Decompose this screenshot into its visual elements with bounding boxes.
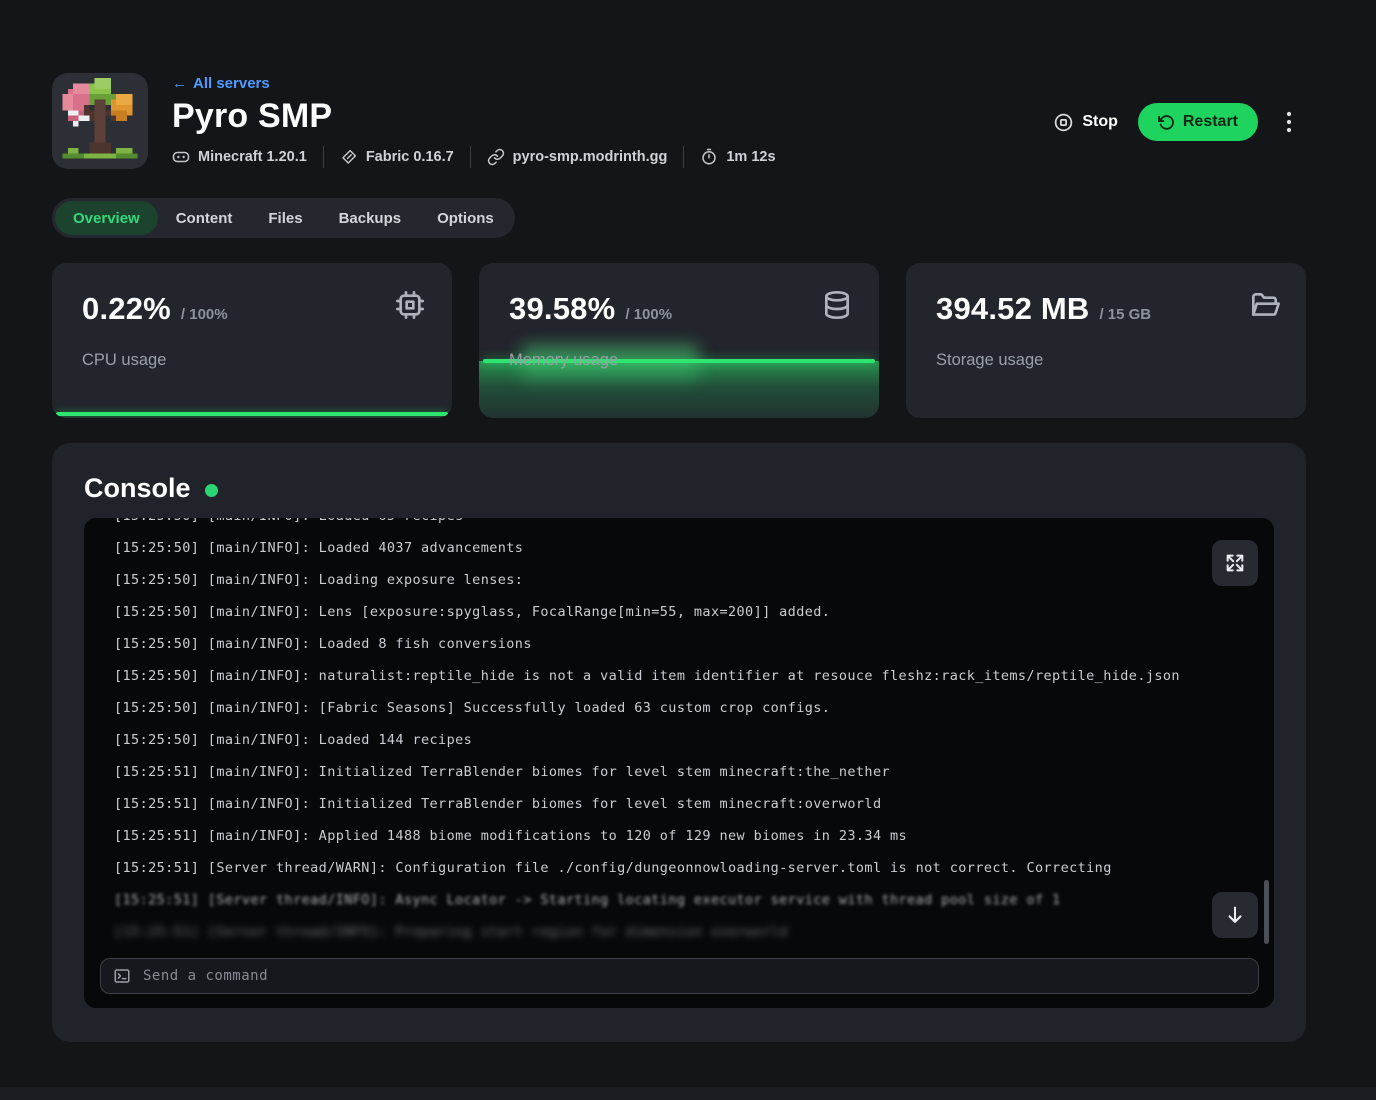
cpu-usage-card: 0.22% / 100% CPU usage	[52, 263, 452, 418]
console-line: [15:25:51] [main/INFO]: Applied 1488 bio…	[114, 820, 1210, 852]
cpu-usage-graph	[56, 412, 448, 416]
back-arrow-icon: ←	[172, 75, 187, 92]
restart-button[interactable]: Restart	[1138, 103, 1258, 141]
command-input-wrap	[100, 958, 1259, 994]
gamepad-icon	[172, 148, 190, 166]
console-line: [15:25:50] [main/INFO]: [Fabric Seasons]…	[114, 692, 1210, 724]
tree-logo-icon	[57, 78, 143, 164]
meta-loader-version: Fabric 0.16.7	[340, 148, 454, 166]
console-card: Console [15:25:50] [main/INFO]: Loaded 6…	[52, 443, 1306, 1042]
kebab-icon	[1280, 111, 1298, 133]
storage-usage-label: Storage usage	[936, 351, 1043, 370]
meta-server-address-label: pyro-smp.modrinth.gg	[513, 149, 668, 165]
stop-button[interactable]: Stop	[1053, 112, 1118, 133]
back-to-all-servers-link[interactable]: ← All servers	[172, 75, 270, 92]
tab-content[interactable]: Content	[158, 201, 251, 235]
server-online-status-dot	[205, 484, 218, 497]
bottom-strip	[0, 1087, 1376, 1100]
console-header: Console	[52, 443, 1306, 504]
meta-divider	[470, 146, 471, 168]
stop-icon	[1053, 112, 1074, 133]
console-scroll-to-bottom-button[interactable]	[1212, 892, 1258, 938]
memory-usage-value: 39.58%	[509, 291, 615, 327]
console-line: [15:25:50] [main/INFO]: Loaded 144 recip…	[114, 724, 1210, 756]
more-options-button[interactable]	[1278, 107, 1300, 137]
console-line: [15:25:50] [main/INFO]: Loading exposure…	[114, 564, 1210, 596]
meta-game-version-label: Minecraft 1.20.1	[198, 149, 307, 165]
link-icon	[487, 148, 505, 166]
cpu-usage-value: 0.22%	[82, 291, 171, 327]
meta-uptime-label: 1m 12s	[726, 149, 775, 165]
console-line: [15:25:51] [Server thread/INFO]: Prepari…	[114, 916, 1210, 948]
meta-divider	[683, 146, 684, 168]
database-icon	[821, 289, 853, 326]
cpu-icon	[394, 289, 426, 326]
tab-options[interactable]: Options	[419, 201, 512, 235]
console-line: [15:25:50] [main/INFO]: Loaded 4037 adva…	[114, 532, 1210, 564]
console-line: [15:25:51] [main/INFO]: Initialized Terr…	[114, 788, 1210, 820]
expand-icon	[1224, 552, 1246, 574]
storage-usage-limit: / 15 GB	[1099, 306, 1151, 323]
server-meta-row: Minecraft 1.20.1 Fabric 0.16.7	[172, 146, 1306, 168]
down-arrow-icon	[1224, 904, 1246, 926]
console-line: [15:25:51] [main/INFO]: Initialized Terr…	[114, 756, 1210, 788]
console-title: Console	[84, 473, 191, 504]
meta-loader-version-label: Fabric 0.16.7	[366, 149, 454, 165]
console-line: [15:25:51] [Server thread/WARN]: Configu…	[114, 852, 1210, 884]
storage-usage-card: 394.52 MB / 15 GB Storage usage	[906, 263, 1306, 418]
console-output[interactable]: [15:25:50] [main/INFO]: Loaded 65 recipe…	[84, 518, 1274, 1008]
console-expand-button[interactable]	[1212, 540, 1258, 586]
server-icon	[52, 73, 148, 169]
storage-usage-value: 394.52 MB	[936, 291, 1089, 327]
cpu-usage-label: CPU usage	[82, 351, 166, 370]
tab-bar: OverviewContentFilesBackupsOptions	[52, 198, 515, 238]
folder-icon	[1248, 289, 1280, 326]
tab-backups[interactable]: Backups	[321, 201, 420, 235]
server-header: ← All servers Pyro SMP Minecraft 1.20.1	[52, 73, 1306, 169]
console-line: [15:25:50] [main/INFO]: naturalist:repti…	[114, 660, 1210, 692]
command-input[interactable]	[100, 958, 1259, 994]
memory-usage-label: Memory usage	[509, 351, 618, 370]
console-line: [15:25:50] [main/INFO]: Lens [exposure:s…	[114, 596, 1210, 628]
cpu-usage-limit: / 100%	[181, 306, 228, 323]
server-actions: Stop Restart	[1053, 103, 1300, 141]
memory-usage-limit: / 100%	[625, 306, 672, 323]
console-line: [15:25:50] [main/INFO]: Loaded 8 fish co…	[114, 628, 1210, 660]
meta-game-version: Minecraft 1.20.1	[172, 148, 307, 166]
stats-row: 0.22% / 100% CPU usage 39.58% / 100% Mem…	[52, 263, 1306, 418]
stop-button-label: Stop	[1082, 113, 1118, 131]
restart-button-label: Restart	[1183, 113, 1238, 131]
server-page: ← All servers Pyro SMP Minecraft 1.20.1	[52, 0, 1306, 1042]
console-line: [15:25:51] [Server thread/INFO]: Async L…	[114, 884, 1210, 916]
restart-icon	[1158, 114, 1175, 131]
console-line: [15:25:50] [main/INFO]: Loaded 65 recipe…	[114, 518, 1210, 532]
tab-files[interactable]: Files	[250, 201, 320, 235]
meta-divider	[323, 146, 324, 168]
tab-overview[interactable]: Overview	[55, 201, 158, 235]
console-log: [15:25:50] [main/INFO]: Loaded 65 recipe…	[114, 518, 1210, 948]
memory-usage-card: 39.58% / 100% Memory usage	[479, 263, 879, 418]
timer-icon	[700, 148, 718, 166]
meta-uptime: 1m 12s	[700, 148, 775, 166]
meta-server-address[interactable]: pyro-smp.modrinth.gg	[487, 148, 668, 166]
back-link-label: All servers	[193, 75, 270, 92]
loader-icon	[340, 148, 358, 166]
console-scrollbar-thumb[interactable]	[1264, 880, 1269, 944]
